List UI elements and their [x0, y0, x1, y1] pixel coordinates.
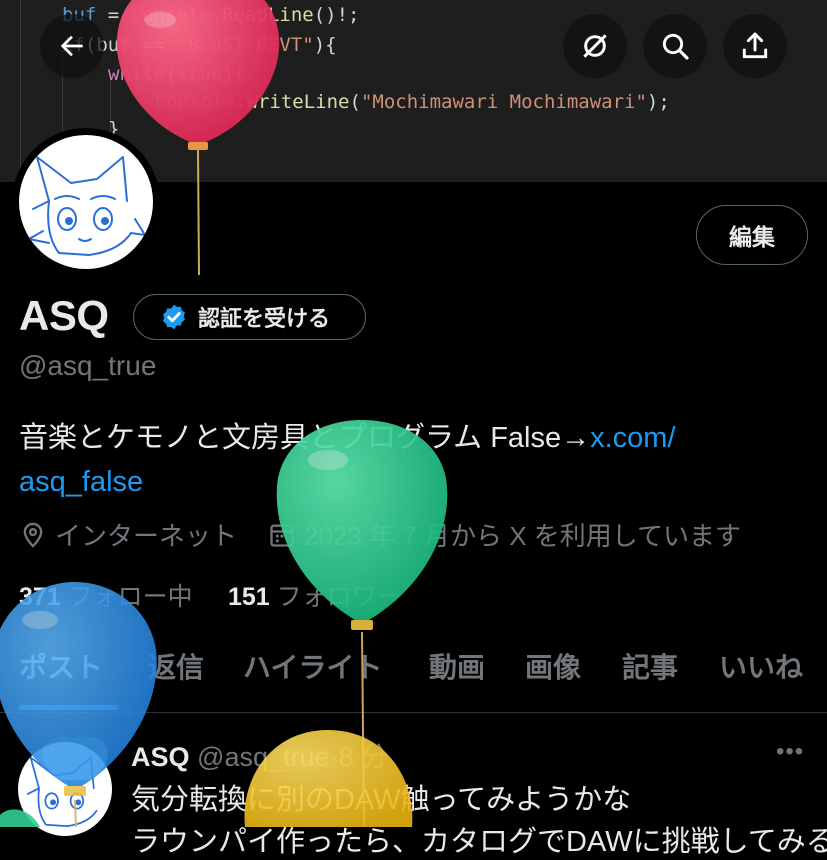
edit-profile-button[interactable]: 編集	[696, 205, 808, 265]
joined-meta: 2023 年 7 月から X を利用しています	[268, 516, 741, 553]
code-token: Console	[155, 91, 236, 113]
code-token: ()!;	[313, 4, 360, 26]
fox-character-avatar	[26, 756, 98, 828]
code-token: while	[108, 63, 166, 85]
post-handle: @asq_true	[197, 742, 330, 772]
search-button[interactable]	[643, 14, 707, 78]
calendar-icon	[270, 524, 294, 547]
tab-replies[interactable]: 返信	[148, 646, 204, 686]
code-token: (	[165, 63, 177, 85]
code-token: .	[235, 91, 247, 113]
verify-label: 認証を受ける	[198, 306, 331, 331]
followers-count[interactable]: 151 フォロワー	[228, 577, 402, 613]
tab-photos[interactable]: 画像	[525, 646, 581, 686]
user-handle: @asq_true	[19, 350, 157, 381]
post-more-button[interactable]: •••	[776, 738, 804, 766]
code-line: while(true){	[108, 63, 245, 85]
post-author: ASQ	[131, 742, 190, 772]
tab-videos[interactable]: 動画	[429, 646, 485, 686]
tabs-divider	[0, 712, 827, 713]
tab-likes[interactable]: いいね	[719, 646, 803, 686]
location-meta: インターネット	[19, 516, 237, 553]
post-time: 8 分	[338, 742, 389, 772]
back-arrow-icon	[60, 35, 83, 57]
code-token: WriteLine	[246, 91, 350, 113]
tab-articles[interactable]: 記事	[622, 646, 678, 686]
back-button[interactable]	[40, 14, 104, 78]
post-header: ASQ @asq_true·8 分	[131, 742, 389, 772]
code-token: ReadLine	[222, 4, 314, 26]
grok-icon	[583, 34, 607, 58]
get-verified-button[interactable]: 認証を受ける	[133, 294, 366, 340]
tab-highlights[interactable]: ハイライト	[243, 646, 382, 686]
code-token: Console	[130, 4, 211, 26]
display-name: ASQ	[19, 292, 109, 339]
share-icon	[742, 32, 768, 59]
active-tab-indicator	[19, 705, 119, 710]
code-line: buf = Console.ReadLine()!;	[62, 4, 359, 26]
code-token: .	[210, 4, 223, 26]
fox-character-avatar	[28, 156, 146, 256]
verified-badge-icon	[163, 304, 185, 330]
code-token: ){	[222, 63, 246, 85]
code-token: "Mochimawari Mochimawari"	[360, 91, 647, 113]
joined-text: 2023 年 7 月から X を利用しています	[304, 521, 741, 551]
code-indent-guide	[20, 0, 21, 182]
location-text: インターネット	[55, 521, 238, 551]
post-avatar[interactable]	[18, 742, 112, 836]
code-token: "BLVST BEVT"	[176, 34, 314, 56]
code-token: =	[96, 4, 131, 26]
post-text: 気分転換に別のDAW触ってみようかな	[131, 784, 632, 816]
search-icon	[662, 33, 689, 60]
code-token: );	[646, 91, 670, 113]
code-token: ){	[313, 34, 337, 56]
code-line: Console.WriteLine("Mochimawari Mochimawa…	[155, 91, 670, 113]
share-button[interactable]	[723, 14, 787, 78]
code-token: (	[349, 91, 361, 113]
bio-text: 音楽とケモノと文房具とプログラム False→	[19, 422, 591, 454]
profile-avatar[interactable]	[12, 128, 160, 276]
grok-button[interactable]	[563, 14, 627, 78]
code-token: true	[176, 63, 223, 85]
location-pin-icon	[23, 522, 43, 548]
post-text-line2: ラウンパイ作ったら、カタログでDAWに挑戦してみる	[131, 826, 827, 858]
following-count[interactable]: 371 フォロー中	[19, 577, 193, 613]
tab-posts[interactable]: ポスト	[19, 646, 103, 686]
profile-bio: 音楽とケモノと文房具とプログラム False→x.com/asq_false	[19, 416, 809, 504]
